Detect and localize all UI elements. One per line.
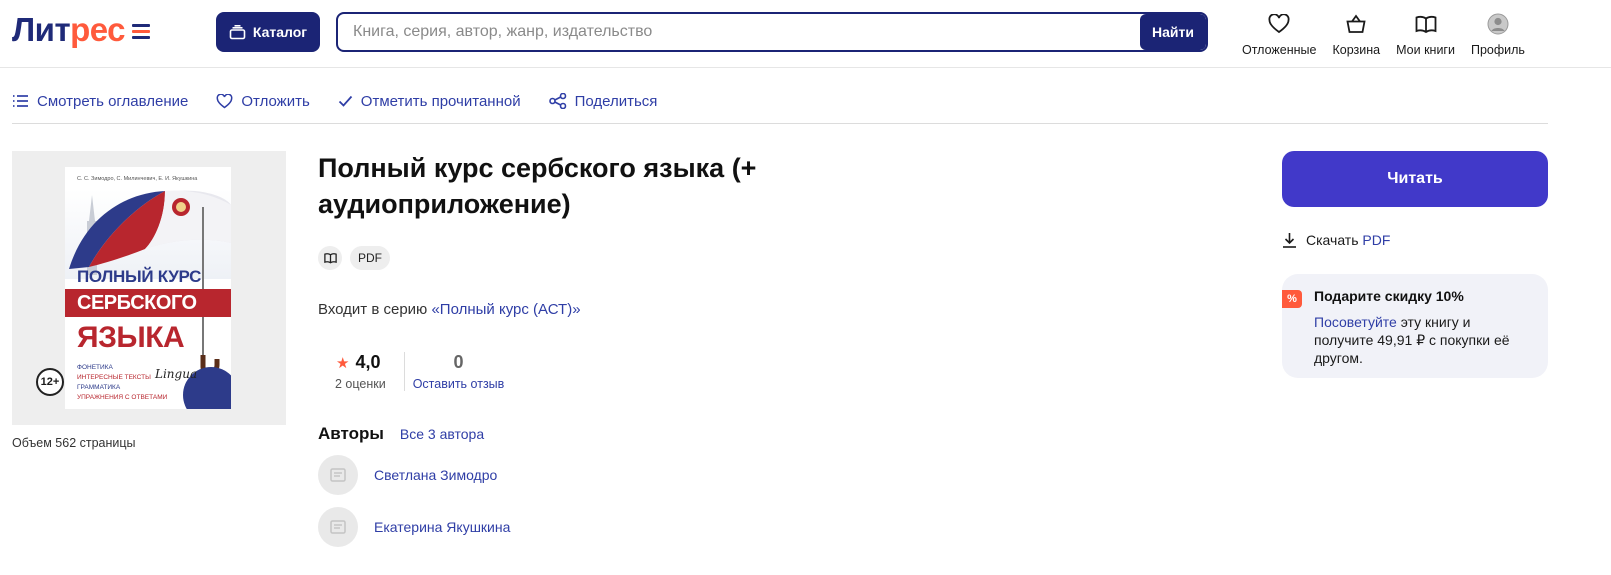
cover-features: ФОНЕТИКА ИНТЕРЕСНЫЕ ТЕКСТЫ ГРАММАТИКА УП…: [77, 364, 168, 401]
author-avatar: [318, 507, 358, 547]
user-avatar-icon: [1487, 13, 1509, 35]
author-placeholder-icon: [330, 520, 346, 534]
percent-badge-icon: %: [1282, 290, 1302, 308]
age-rating-badge: 12+: [36, 368, 64, 396]
list-icon: [13, 95, 28, 107]
author-name: Екатерина Якушкина: [374, 519, 511, 535]
rating-value: 4,0: [355, 352, 381, 372]
author-placeholder-icon: [330, 468, 346, 482]
format-chips: PDF: [318, 246, 390, 270]
rating-summary[interactable]: ★ 4,0 2 оценки: [318, 352, 405, 391]
postpone-button[interactable]: Отложить: [216, 88, 310, 114]
search-bar: Найти: [336, 12, 1208, 52]
download-pdf-link[interactable]: Скачать PDF: [1282, 232, 1390, 248]
download-format: PDF: [1362, 232, 1391, 248]
catalog-icon: [229, 24, 246, 39]
logo-text-part2: рес: [70, 11, 126, 48]
reviews-count: 0: [453, 352, 464, 372]
series-prefix: Входит в серию: [318, 301, 432, 318]
basket-icon: [1346, 14, 1366, 33]
series-info: Входит в серию «Полный курс (АСТ)»: [318, 301, 581, 318]
postponed-label: Отложенные: [1242, 43, 1317, 57]
logo-text-part1: Лит: [12, 11, 71, 48]
promo-title: Подарите скидку 10%: [1314, 288, 1464, 304]
view-contents-button[interactable]: Смотреть оглавление: [12, 88, 188, 114]
cart-link[interactable]: Корзина: [1332, 12, 1380, 57]
site-header: Литрес Каталог Найти Отложенные Корзина: [0, 0, 1611, 68]
catalog-button[interactable]: Каталог: [216, 12, 320, 52]
cover-title-line3: ЯЗЫКА: [77, 321, 185, 354]
open-book-icon: [1415, 15, 1436, 34]
cover-title-line2: СЕРБСКОГО: [77, 292, 197, 314]
heart-icon: [1268, 14, 1290, 34]
authors-heading: Авторы: [318, 424, 384, 443]
mark-read-label: Отметить прочитанной: [360, 92, 521, 110]
authors-header: Авторы Все 3 автора: [318, 424, 484, 444]
read-button[interactable]: Читать: [1282, 151, 1548, 207]
rating-block: ★ 4,0 2 оценки 0 Оставить отзыв: [318, 352, 504, 391]
reviews-summary: 0 Оставить отзыв: [405, 352, 505, 391]
all-authors-link[interactable]: Все 3 автора: [400, 426, 484, 442]
star-icon: ★: [336, 354, 350, 372]
book-cover-image: С. С. Зимодро, С. Милинчевич, Е. И. Якуш…: [65, 167, 231, 409]
publisher-logo: Lingua: [155, 367, 198, 381]
postponed-link[interactable]: Отложенные: [1242, 12, 1316, 57]
open-book-icon: [323, 253, 337, 264]
mark-read-button[interactable]: Отметить прочитанной: [338, 88, 521, 114]
book-cover-area[interactable]: С. С. Зимодро, С. Милинчевич, Е. И. Якуш…: [12, 151, 286, 425]
search-input[interactable]: [338, 14, 1140, 50]
share-icon: [548, 93, 566, 109]
book-volume: Объем 562 страницы: [12, 436, 136, 450]
recommend-link[interactable]: Посоветуйте: [1314, 314, 1397, 330]
rating-count: 2 оценки: [335, 377, 386, 391]
promo-text: Посоветуйте эту книгу и получите 49,91 ₽…: [1314, 313, 1524, 367]
litres-logo[interactable]: Лит рес: [12, 11, 151, 48]
search-button[interactable]: Найти: [1140, 14, 1206, 50]
download-prefix: Скачать: [1306, 232, 1363, 248]
cover-authors: С. С. Зимодро, С. Милинчевич, Е. И. Якуш…: [77, 176, 198, 182]
view-contents-label: Смотреть оглавление: [37, 92, 189, 110]
share-label: Поделиться: [574, 92, 658, 110]
author-item[interactable]: Екатерина Якушкина: [318, 507, 510, 547]
checkmark-icon: [338, 95, 352, 107]
catalog-label: Каталог: [252, 24, 308, 40]
pdf-format-chip: PDF: [350, 246, 390, 270]
share-button[interactable]: Поделиться: [548, 88, 658, 114]
leave-review-link[interactable]: Оставить отзыв: [413, 377, 505, 391]
author-avatar: [318, 455, 358, 495]
my-books-link[interactable]: Мои книги: [1396, 12, 1455, 57]
profile-link[interactable]: Профиль: [1471, 12, 1525, 57]
cart-label: Корзина: [1332, 43, 1381, 57]
download-icon: [1283, 233, 1296, 248]
postpone-label: Отложить: [241, 92, 310, 110]
cover-title-line1: ПОЛНЫЙ КУРС: [77, 267, 202, 286]
my-books-label: Мои книги: [1396, 43, 1455, 57]
profile-label: Профиль: [1470, 43, 1525, 57]
author-item[interactable]: Светлана Зимодро: [318, 455, 497, 495]
ebook-format-chip: [318, 246, 342, 270]
series-link[interactable]: «Полный курс (АСТ)»: [431, 301, 580, 318]
gift-discount-promo: % Подарите скидку 10% Посоветуйте эту кн…: [1282, 274, 1548, 378]
book-title: Полный курс сербского языка (+ аудиоприл…: [318, 153, 757, 219]
header-actions: Отложенные Корзина Мои книги Профиль: [1242, 12, 1541, 57]
book-toolbar: Смотреть оглавление Отложить Отметить пр…: [12, 88, 1548, 124]
heart-outline-icon: [216, 93, 233, 108]
author-name: Светлана Зимодро: [374, 467, 498, 483]
logo-bars-icon: [132, 24, 151, 39]
